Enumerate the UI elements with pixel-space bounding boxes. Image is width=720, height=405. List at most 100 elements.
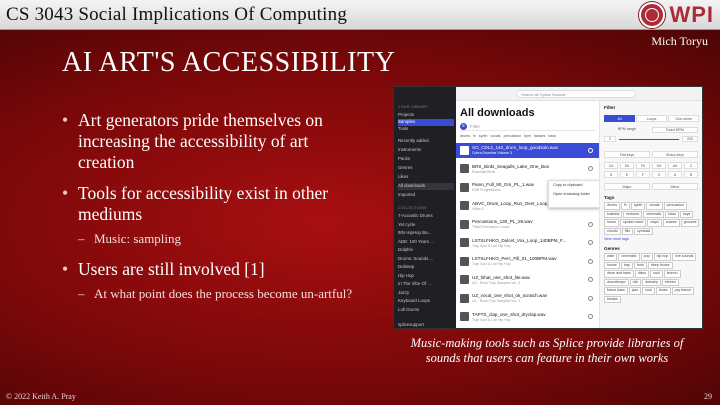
collection-item[interactable]: ADE: 100 Years ... <box>398 239 454 246</box>
tag-chip[interactable]: grooves <box>680 219 700 227</box>
bpm-min-input[interactable]: 0 <box>604 136 616 142</box>
exact-bpm-button[interactable]: Exact BPM <box>652 127 698 133</box>
type-loops-button[interactable]: Loops <box>636 115 667 122</box>
tag-chip[interactable]: cinematic <box>643 210 665 218</box>
tag-chip[interactable]: keys <box>679 210 694 218</box>
download-icon[interactable] <box>588 258 593 264</box>
account-name[interactable]: splicesupport <box>398 322 424 327</box>
tag-chip[interactable]: bass <box>548 134 556 138</box>
tag-chip[interactable]: chords <box>604 227 621 235</box>
sample-row[interactable]: BRS_Birds_Seagulls_Lake_One_Bus Essential… <box>456 162 599 177</box>
tag-chip[interactable]: bass <box>665 210 679 218</box>
minor-button[interactable]: Minor <box>652 183 698 190</box>
collection-item[interactable]: 90s HipHop Ba... <box>398 230 454 237</box>
tag-chip[interactable]: percussion <box>504 134 521 138</box>
collection-item[interactable]: Dubstep <box>398 264 454 271</box>
context-menu-item[interactable]: Copy to clipboard <box>549 181 599 190</box>
genre-chip[interactable]: jazz <box>628 287 642 295</box>
context-menu-item[interactable]: Open enclosing folder <box>549 190 599 199</box>
tag-chip[interactable]: drums <box>460 134 470 138</box>
genre-chip[interactable]: rock <box>642 287 655 295</box>
key-button[interactable]: D <box>604 171 618 178</box>
tag-chip[interactable]: textures <box>623 210 643 218</box>
sidebar-library-item[interactable]: Likes <box>398 174 454 181</box>
key-button[interactable]: F# <box>636 162 650 169</box>
sidebar-item[interactable]: Tools <box>398 126 454 133</box>
download-icon[interactable] <box>588 277 593 282</box>
search-input[interactable]: Search all Splice Sounds <box>516 90 636 98</box>
sample-row[interactable]: SO_CDL2_140_drum_loop_goodsolo.wav Cobra … <box>456 143 599 158</box>
download-icon[interactable] <box>588 295 593 301</box>
tag-chip[interactable]: fills <box>621 227 633 235</box>
key-button[interactable]: G <box>652 171 666 178</box>
genre-chip[interactable]: breaks <box>604 295 621 303</box>
tag-chip[interactable]: claps <box>647 219 662 227</box>
bpm-slider[interactable] <box>619 138 679 140</box>
major-button[interactable]: Major <box>604 183 650 190</box>
sample-row[interactable]: LSTSLFHKO_Perc_Fill_01_100BPM.wav Trap So… <box>456 254 599 269</box>
sidebar-library-item[interactable]: Recently added <box>398 138 454 145</box>
sharp-keys-button[interactable]: Sharp keys <box>652 151 698 158</box>
genre-chip[interactable]: drum and bass <box>604 270 634 278</box>
genre-chip[interactable]: hip hop <box>653 253 672 261</box>
key-button[interactable]: D# <box>620 162 634 169</box>
tag-chip[interactable]: snares <box>662 219 680 227</box>
sidebar-library-item[interactable]: Instruments <box>398 147 454 154</box>
collection-item[interactable]: Jazzy <box>398 290 454 297</box>
genre-chip[interactable]: dubstep <box>642 278 661 286</box>
sample-row[interactable]: UZ_vocal_one_shot_ok_scratch.wav UZ - Roc… <box>456 291 599 306</box>
view-more-tags-link[interactable]: View more tags <box>604 237 629 241</box>
key-button[interactable]: E <box>620 171 634 178</box>
genre-chip[interactable]: funk <box>634 261 647 269</box>
type-oneshots-button[interactable]: One-shots <box>668 115 699 122</box>
genre-chip[interactable]: cinematic <box>618 253 640 261</box>
genre-chip[interactable]: future bass <box>604 287 628 295</box>
tag-chip[interactable]: horns <box>604 219 619 227</box>
genre-chip[interactable]: pop <box>640 253 653 261</box>
bpm-range-label[interactable]: BPM range <box>604 127 650 133</box>
sidebar-library-item[interactable]: Genres <box>398 165 454 172</box>
genre-chip[interactable]: deep house <box>647 261 673 269</box>
key-button[interactable]: B <box>684 171 698 178</box>
genre-chip[interactable]: blues <box>655 287 671 295</box>
collection-item[interactable]: In The Vibe Of ... <box>398 281 454 288</box>
filter-input[interactable]: Filter <box>470 123 480 130</box>
sidebar-library-item[interactable]: Imported <box>398 192 454 199</box>
collection-item[interactable]: Yet cycle <box>398 222 454 229</box>
tag-chip[interactable]: spoken word <box>620 219 647 227</box>
sample-row[interactable]: UZ_hihat_one_shot_lite.wav UZ - Rock Trap… <box>456 273 599 288</box>
flat-keys-button[interactable]: Flat keys <box>604 151 650 158</box>
genre-chip[interactable]: soul <box>650 270 663 278</box>
bpm-max-input[interactable]: 200 <box>682 136 698 142</box>
genre-chip[interactable]: wide <box>604 253 618 261</box>
sidebar-item-samples[interactable]: Samples <box>398 119 454 126</box>
collection-item[interactable]: T-Acoustic Drums <box>398 213 454 220</box>
filter-icon[interactable]: ≡ <box>460 123 467 130</box>
download-icon[interactable] <box>588 240 593 245</box>
key-button[interactable]: A# <box>668 162 682 169</box>
download-icon[interactable] <box>588 166 593 171</box>
sample-row[interactable]: LSTSLFHKO_Dulcet_Vox_Loop_140BPM_F... Tra… <box>456 236 599 251</box>
collection-item[interactable]: Hip Hop <box>398 273 454 280</box>
collection-item[interactable]: Dolphin <box>398 247 454 254</box>
collection-item[interactable]: Keyboard Loops <box>398 298 454 305</box>
genre-chip[interactable]: techno <box>663 270 681 278</box>
genre-chip[interactable]: electro <box>661 278 679 286</box>
genre-chip[interactable]: live sounds <box>672 253 697 261</box>
key-button[interactable]: G# <box>652 162 666 169</box>
sample-row[interactable]: TAPTS_clap_one_shot_dryclap.wav Trap Soul… <box>456 310 599 325</box>
tag-chip[interactable]: cymbals <box>634 227 654 235</box>
tag-chip[interactable]: percussion <box>663 202 687 210</box>
tag-chip[interactable]: fx <box>473 134 476 138</box>
tag-chip[interactable]: basses <box>534 134 545 138</box>
tag-chip[interactable]: synth <box>479 134 488 138</box>
genre-chip[interactable]: r&b <box>629 278 642 286</box>
sidebar-library-item[interactable]: Packs <box>398 156 454 163</box>
genre-chip[interactable]: psy trance <box>671 287 695 295</box>
tag-chip[interactable]: vocals <box>646 202 663 210</box>
tag-chip[interactable]: vocals <box>490 134 500 138</box>
key-button[interactable]: A <box>668 171 682 178</box>
sidebar-item[interactable]: Projects <box>398 112 454 119</box>
genre-chip[interactable]: house <box>604 261 620 269</box>
key-button[interactable]: C <box>684 162 698 169</box>
